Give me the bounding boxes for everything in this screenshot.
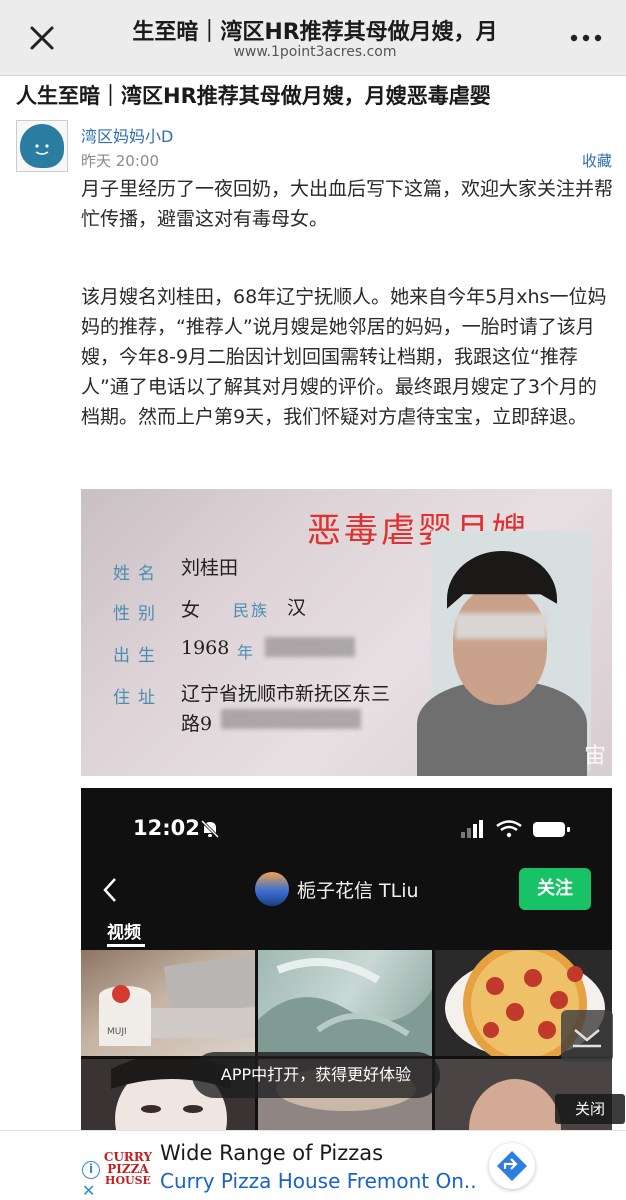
id-gender-label: 性别 (113, 604, 163, 624)
page-title: 生至暗｜湾区HR推荐其母做月嫂，月 (132, 20, 498, 45)
article-paragraph: 月子里经历了一夜回奶，大出血后写下这篇，欢迎大家关注并帮忙传播，避雷这对有毒母女… (81, 178, 614, 230)
close-icon[interactable] (24, 20, 60, 56)
download-button[interactable] (561, 1010, 613, 1062)
download-icon (573, 1029, 601, 1048)
status-time: 12:02 (133, 816, 200, 840)
status-icons (461, 820, 570, 838)
ad-go-button[interactable] (489, 1143, 535, 1189)
ad-title[interactable]: Wide Range of Pizzas (160, 1141, 383, 1165)
article-headline: 人生至暗｜湾区HR推荐其母做月嫂，月嫂恶毒虐婴 (16, 84, 491, 108)
cup-text: MUJI (107, 1027, 127, 1037)
watermark: 宙 (583, 744, 606, 769)
ad-subtitle[interactable]: Curry Pizza House Fremont On... (160, 1169, 476, 1193)
ad-info-icon[interactable]: i (82, 1161, 100, 1179)
video-thumbnail: MUJI (81, 950, 255, 1056)
account-avatar (255, 872, 289, 906)
favorite-button[interactable]: 收藏 (582, 150, 612, 171)
avatar[interactable] (16, 120, 68, 172)
open-in-app-button[interactable]: APP中打开，获得更好体验 (192, 1052, 440, 1098)
ad-logo: CURRY PIZZA HOUSE (102, 1151, 154, 1191)
id-gender-value: 女 (181, 599, 201, 621)
author-name[interactable]: 湾区妈妈小D (81, 123, 173, 147)
video-thumbnail (258, 950, 432, 1056)
eyes-mosaic (455, 613, 547, 639)
article-paragraph: 该月嫂名刘桂田，68年辽宁抚顺人。她来自今年5月xhs一位妈妈的推荐，“推荐人”… (81, 286, 607, 428)
id-ethnicity-value: 汉 (287, 597, 307, 619)
ad-logo-line: HOUSE (105, 1174, 151, 1187)
smile-face-icon (35, 144, 49, 155)
ad-close-icon[interactable]: ✕ (82, 1181, 95, 1200)
close-overlay-button[interactable]: 关闭 (555, 1094, 625, 1124)
id-ethnicity-label: 民族 (233, 601, 270, 620)
tab-underline (107, 944, 145, 947)
ad-banner[interactable]: i ✕ CURRY PIZZA HOUSE Wide Range of Pizz… (0, 1130, 626, 1200)
avatar-image (20, 124, 64, 168)
id-birth-label: 出生 (113, 646, 163, 666)
id-birth-year-unit: 年 (237, 643, 254, 662)
top-nav-bar: 生至暗｜湾区HR推荐其母做月嫂，月 www.1point3acres.com (0, 0, 626, 76)
redaction-blur (221, 709, 361, 729)
id-name-value: 刘桂田 (181, 557, 239, 579)
tab-videos: 视频 (107, 923, 141, 943)
back-arrow-icon[interactable] (101, 876, 119, 904)
more-icon[interactable] (566, 24, 606, 52)
arrow-right-icon (497, 1151, 527, 1181)
id-birth-year: 1968 (181, 637, 230, 659)
id-address-line1: 辽宁省抚顺市新抚区东三 (181, 683, 391, 705)
page-url: www.1point3acres.com (233, 44, 397, 60)
bell-muted-icon (200, 819, 220, 839)
account-name: 栀子花信 TLiu (297, 880, 419, 902)
post-time: 昨天 20:00 (81, 152, 159, 170)
follow-button: 关注 (519, 868, 591, 910)
id-address-line2: 路9 (181, 713, 213, 735)
id-photo-face (453, 587, 547, 705)
id-address-label: 住址 (113, 688, 163, 708)
id-name-label: 姓名 (113, 564, 163, 584)
redaction-blur (265, 637, 355, 657)
id-card-image[interactable]: 恶毒虐婴月嫂 姓名 刘桂田 性别 女 民族 汉 出生 1968 年 住址 辽宁省… (81, 489, 612, 776)
